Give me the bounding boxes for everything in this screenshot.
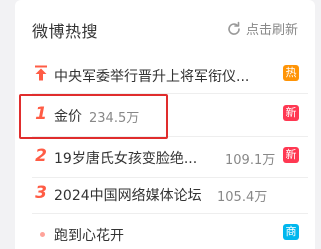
- ad-badge: 商: [283, 224, 299, 240]
- divider: [32, 213, 308, 214]
- item-text: 19岁唐氏女孩变脸绝...: [54, 151, 198, 167]
- item-count: 109.1万: [225, 153, 276, 168]
- item-text: 中央军委举行晋升上将军衔仪...: [54, 69, 250, 85]
- list-item[interactable]: 2 19岁唐氏女孩变脸绝... 109.1万 新: [32, 142, 302, 172]
- hot-badge: 热: [283, 65, 299, 81]
- divider: [32, 177, 308, 178]
- dot-icon: [40, 232, 45, 237]
- item-text: 2024中国网络媒体论坛: [54, 188, 202, 204]
- top-arrow-icon: [34, 65, 48, 85]
- list-item[interactable]: 中央军委举行晋升上将军衔仪... 热: [32, 60, 302, 90]
- refresh-button[interactable]: 点击刷新: [226, 19, 298, 38]
- list-item[interactable]: 3 2024中国网络媒体论坛 105.4万: [32, 179, 302, 209]
- refresh-icon: [228, 21, 240, 35]
- new-badge: 新: [283, 105, 299, 121]
- refresh-label: 点击刷新: [245, 23, 298, 38]
- item-text: 跑到心花开: [54, 228, 124, 244]
- new-badge: 新: [283, 147, 299, 163]
- highlight-box: [19, 94, 168, 139]
- left-panel-edge: [0, 0, 15, 249]
- rank-number: 3: [35, 183, 47, 203]
- card-title: 微博热搜: [32, 22, 99, 41]
- card-header: 微博热搜 点击刷新: [32, 18, 312, 42]
- list-item[interactable]: 跑到心花开 商: [32, 219, 302, 249]
- item-count: 105.4万: [217, 190, 268, 205]
- rank-number: 2: [35, 146, 47, 166]
